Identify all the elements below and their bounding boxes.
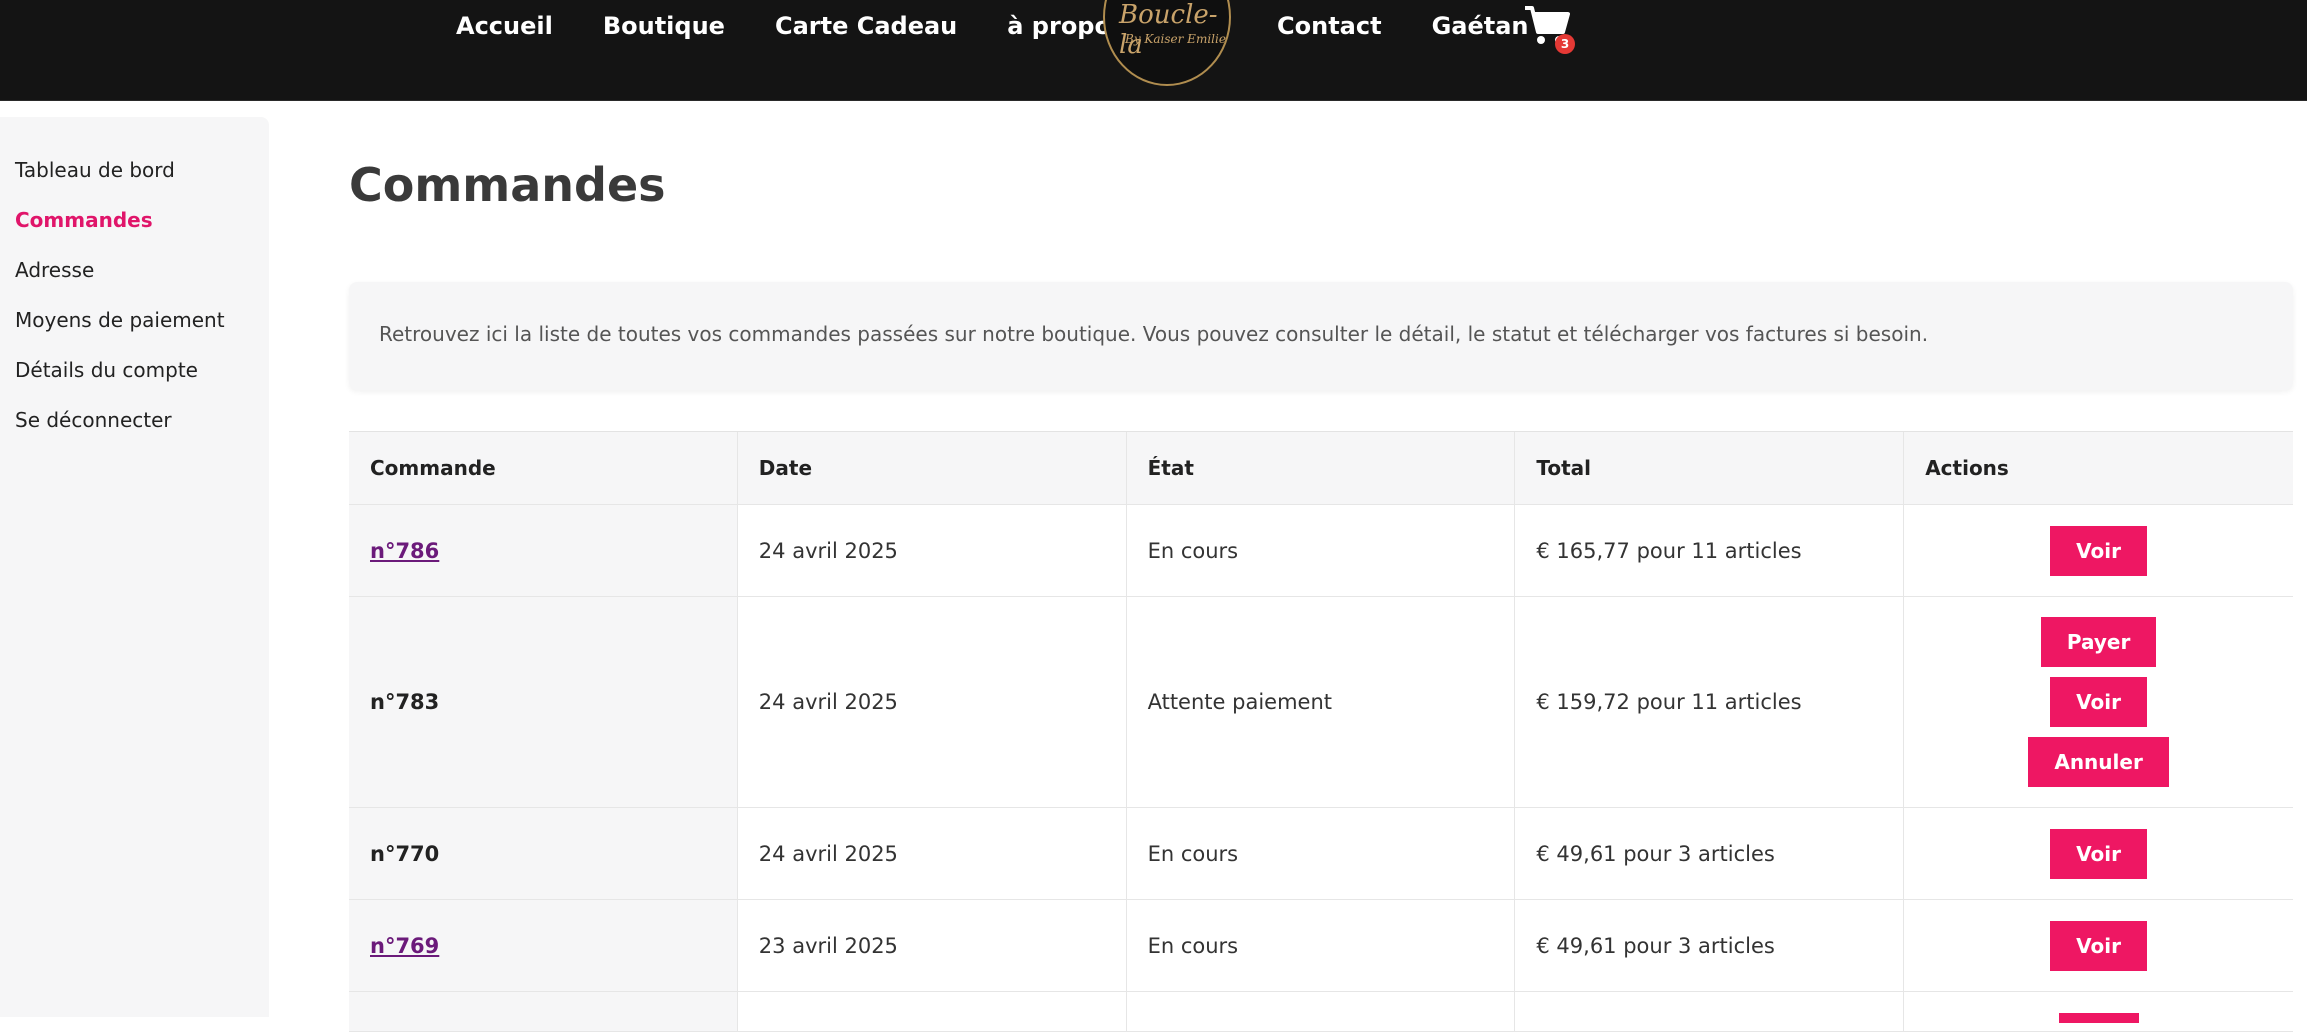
table-row: n°783 24 avril 2025 Attente paiement € 1… bbox=[349, 597, 2293, 808]
column-header-actions: Actions bbox=[1925, 456, 2009, 480]
orders-info-text: Retrouvez ici la liste de toutes vos com… bbox=[379, 322, 1929, 346]
view-order-button[interactable]: Voir bbox=[2050, 525, 2147, 576]
table-header-row: Commande Date État Total Actions bbox=[349, 432, 2293, 505]
order-actions: Voir bbox=[1904, 505, 2293, 596]
sidebar-item-account-details[interactable]: Détails du compte bbox=[15, 358, 198, 382]
order-date: 24 avril 2025 bbox=[738, 808, 1127, 899]
sidebar-item-dashboard[interactable]: Tableau de bord bbox=[15, 158, 175, 182]
order-total: € 49,61 pour 3 articles bbox=[1515, 808, 1905, 899]
order-date: 24 avril 2025 bbox=[738, 597, 1127, 807]
column-header-date: Date bbox=[738, 432, 1127, 504]
nav-link-account[interactable]: Gaétan bbox=[1432, 12, 1529, 40]
table-row: n°769 23 avril 2025 En cours € 49,61 pou… bbox=[349, 900, 2293, 992]
table-row-partial bbox=[349, 992, 2293, 1032]
partial-cell bbox=[349, 992, 738, 1031]
cancel-order-button[interactable]: Annuler bbox=[2028, 737, 2169, 787]
table-row: n°786 24 avril 2025 En cours € 165,77 po… bbox=[349, 505, 2293, 597]
nav-link-contact[interactable]: Contact bbox=[1277, 12, 1382, 40]
view-order-button[interactable]: Voir bbox=[2050, 828, 2147, 879]
view-order-button[interactable]: Voir bbox=[2050, 920, 2147, 971]
account-sidebar: Tableau de bord Commandes Adresse Moyens… bbox=[0, 117, 269, 1017]
partial-cell bbox=[1515, 992, 1905, 1031]
cart-button[interactable]: 3 bbox=[1523, 2, 1575, 54]
order-total: € 159,72 pour 11 articles bbox=[1515, 597, 1905, 807]
page-title: Commandes bbox=[349, 158, 666, 212]
site-logo[interactable]: Boucle-la By Kaiser Emilie bbox=[1103, 0, 1231, 86]
logo-by-text: By Kaiser Emilie bbox=[1125, 32, 1226, 46]
order-total: € 165,77 pour 11 articles bbox=[1515, 505, 1905, 596]
sidebar-item-orders[interactable]: Commandes bbox=[15, 208, 153, 232]
order-number-link[interactable]: n°786 bbox=[370, 539, 439, 563]
partial-cell bbox=[738, 992, 1127, 1031]
order-state: En cours bbox=[1127, 900, 1516, 991]
nav-link-boutique[interactable]: Boutique bbox=[603, 12, 725, 40]
order-actions: Voir bbox=[1904, 900, 2293, 991]
logo-script-text: Boucle-la bbox=[1119, 0, 1218, 60]
order-total: € 49,61 pour 3 articles bbox=[1515, 900, 1905, 991]
order-state: En cours bbox=[1127, 505, 1516, 596]
order-state: Attente paiement bbox=[1127, 597, 1516, 807]
order-number: n°770 bbox=[370, 841, 440, 866]
order-date: 23 avril 2025 bbox=[738, 900, 1127, 991]
nav-link-accueil[interactable]: Accueil bbox=[456, 12, 553, 40]
order-state: En cours bbox=[1127, 808, 1516, 899]
site-header: Accueil Boutique Carte Cadeau à propos B… bbox=[0, 0, 2307, 101]
partial-action-button[interactable] bbox=[2058, 1013, 2139, 1023]
column-header-state: État bbox=[1127, 432, 1516, 504]
sidebar-item-address[interactable]: Adresse bbox=[15, 258, 94, 282]
order-date: 24 avril 2025 bbox=[738, 505, 1127, 596]
order-number-link[interactable]: n°769 bbox=[370, 934, 439, 958]
main-nav-left: Accueil Boutique Carte Cadeau à propos bbox=[456, 0, 1175, 52]
cart-count-badge: 3 bbox=[1555, 34, 1575, 54]
sidebar-item-payment-methods[interactable]: Moyens de paiement bbox=[15, 308, 225, 332]
column-header-total: Total bbox=[1515, 432, 1905, 504]
nav-link-carte-cadeau[interactable]: Carte Cadeau bbox=[775, 12, 957, 40]
pay-order-button[interactable]: Payer bbox=[2040, 617, 2157, 667]
order-actions bbox=[1904, 992, 2293, 1031]
order-actions: Voir bbox=[1904, 808, 2293, 899]
partial-cell bbox=[1127, 992, 1516, 1031]
column-header-order: Commande bbox=[349, 432, 738, 504]
sidebar-item-logout[interactable]: Se déconnecter bbox=[15, 408, 172, 432]
orders-table: Commande Date État Total Actions n°786 2… bbox=[349, 431, 2293, 1032]
orders-info-box: Retrouvez ici la liste de toutes vos com… bbox=[349, 282, 2293, 390]
view-order-button[interactable]: Voir bbox=[2050, 677, 2147, 727]
order-actions: Payer Voir Annuler bbox=[1904, 597, 2293, 807]
table-row: n°770 24 avril 2025 En cours € 49,61 pou… bbox=[349, 808, 2293, 900]
order-number: n°783 bbox=[370, 690, 440, 714]
